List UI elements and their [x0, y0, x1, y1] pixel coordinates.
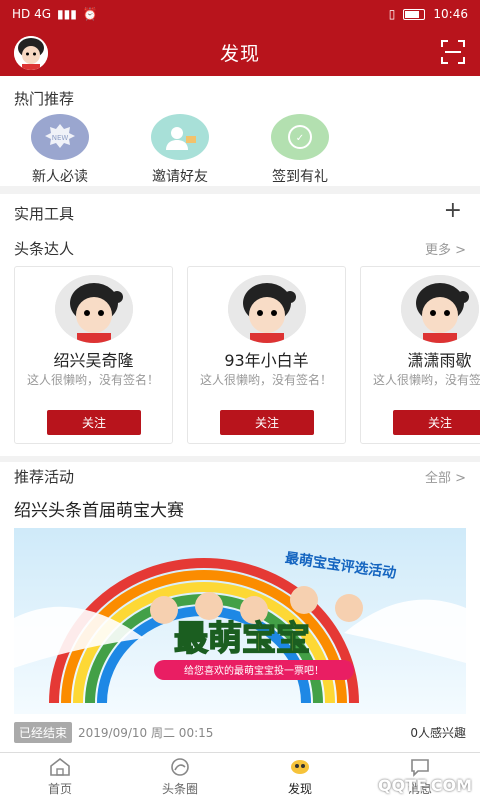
activities-all-link[interactable]: 全部 >	[425, 467, 466, 486]
expert-signature: 这人很懒哟，没有签名！	[27, 373, 160, 387]
hot-item-label: 邀请好友	[152, 169, 208, 185]
activity-date: 2019/09/10 周二 00:15	[78, 725, 214, 740]
expert-name: 潇潇雨歇	[407, 351, 472, 370]
page-title: 发现	[219, 42, 260, 65]
experts-title: 头条达人	[14, 240, 75, 258]
checkin-gift-icon: ✓	[271, 114, 329, 160]
activity-interest-count: 0人感兴趣	[410, 725, 466, 740]
signal-icon: ▮▮▮	[57, 7, 77, 21]
follow-button[interactable]: 关注	[393, 410, 480, 435]
status-time: 10:46	[433, 7, 468, 21]
tab-discover[interactable]: 发现	[240, 753, 360, 800]
svg-text:✓: ✓	[296, 133, 304, 144]
experts-cards[interactable]: 绍兴吴奇隆 这人很懒哟，没有签名！ 关注 93年小白羊 这人很懒哟，没有签名！ …	[14, 266, 480, 446]
user-avatar[interactable]	[14, 36, 48, 70]
battery-icon	[403, 8, 426, 20]
follow-button[interactable]: 关注	[47, 410, 141, 435]
expert-signature: 这人很懒哟，没有签名！	[373, 373, 480, 387]
watermark-text: QQTF.COM	[377, 776, 472, 795]
tab-circle[interactable]: 头条圈	[120, 753, 240, 800]
tab-label: 首页	[47, 782, 72, 796]
experts-more-link[interactable]: 更多 >	[425, 239, 466, 258]
alarm-icon: ⏰	[82, 7, 98, 21]
message-icon	[411, 759, 429, 777]
expert-name: 93年小白羊	[224, 351, 309, 370]
hot-item-invite[interactable]: 邀请好友	[120, 114, 240, 186]
invite-friend-icon	[151, 114, 209, 160]
tab-label: 头条圈	[161, 782, 198, 796]
hot-item-label: 新人必读	[32, 169, 88, 185]
scan-button[interactable]	[440, 39, 466, 65]
hot-section: 热门推荐 NEW 新人必读 邀请好友 ✓ 签到有礼	[0, 76, 480, 186]
tab-label: 发现	[287, 782, 312, 796]
banner-image: 最萌宝宝评选活动 最萌宝宝 给您喜欢的最萌宝宝投一票吧！	[14, 528, 466, 714]
tab-home[interactable]: 首页	[0, 753, 120, 800]
hot-item-new-reader[interactable]: NEW 新人必读	[0, 114, 120, 186]
avatar-icon	[14, 36, 48, 70]
expert-name: 绍兴吴奇隆	[53, 351, 134, 370]
hot-title: 热门推荐	[14, 90, 75, 108]
hot-items: NEW 新人必读 邀请好友 ✓ 签到有礼	[0, 114, 480, 186]
svg-text:NEW: NEW	[52, 134, 69, 142]
circle-icon	[171, 758, 189, 776]
vibrate-icon: ▯	[388, 7, 396, 21]
activities-section: 推荐活动 全部 > 绍兴头条首届萌宝大赛 最萌宝宝评选活动 最萌宝宝 给您喜欢的…	[0, 462, 480, 752]
scan-icon	[441, 40, 465, 64]
activity-meta: 已经结束 2019/09/10 周二 00:15 0人感兴趣	[14, 721, 466, 743]
expert-signature: 这人很懒哟，没有签名！	[200, 373, 333, 387]
expert-avatar	[55, 275, 133, 343]
tools-title: 实用工具	[14, 205, 75, 223]
expert-avatar	[228, 275, 306, 343]
banner-main-text: 最萌宝宝	[174, 619, 310, 659]
status-bar: HD 4G ▮▮▮ ⏰ ▯ 10:46	[0, 0, 480, 28]
add-tool-button[interactable]: +	[444, 198, 462, 223]
hot-item-checkin[interactable]: ✓ 签到有礼	[240, 114, 360, 186]
activity-title[interactable]: 绍兴头条首届萌宝大赛	[14, 496, 184, 521]
activity-status-badge: 已经结束	[14, 721, 73, 743]
experts-section: 头条达人 更多 > 绍兴吴奇隆 这人很懒哟，没有签名！ 关注 93年小白羊 这人…	[0, 230, 480, 456]
expert-avatar	[401, 275, 479, 343]
home-icon	[50, 757, 70, 776]
activities-title: 推荐活动	[14, 468, 75, 486]
expert-card[interactable]: 潇潇雨歇 这人很懒哟，没有签名！ 关注	[360, 266, 480, 444]
expert-card[interactable]: 绍兴吴奇隆 这人很懒哟，没有签名！ 关注	[14, 266, 173, 444]
app-bar: 发现	[0, 28, 480, 76]
network-indicator: HD 4G	[12, 7, 52, 21]
discover-icon	[291, 760, 309, 774]
follow-button[interactable]: 关注	[220, 410, 314, 435]
tools-section[interactable]: 实用工具 +	[0, 194, 480, 230]
banner-subtext: 给您喜欢的最萌宝宝投一票吧！	[184, 664, 324, 677]
activity-banner[interactable]: 最萌宝宝评选活动 最萌宝宝 给您喜欢的最萌宝宝投一票吧！	[14, 528, 466, 714]
hot-item-label: 签到有礼	[272, 169, 328, 185]
expert-card[interactable]: 93年小白羊 这人很懒哟，没有签名！ 关注	[187, 266, 346, 444]
new-badge-icon: NEW	[31, 114, 89, 160]
